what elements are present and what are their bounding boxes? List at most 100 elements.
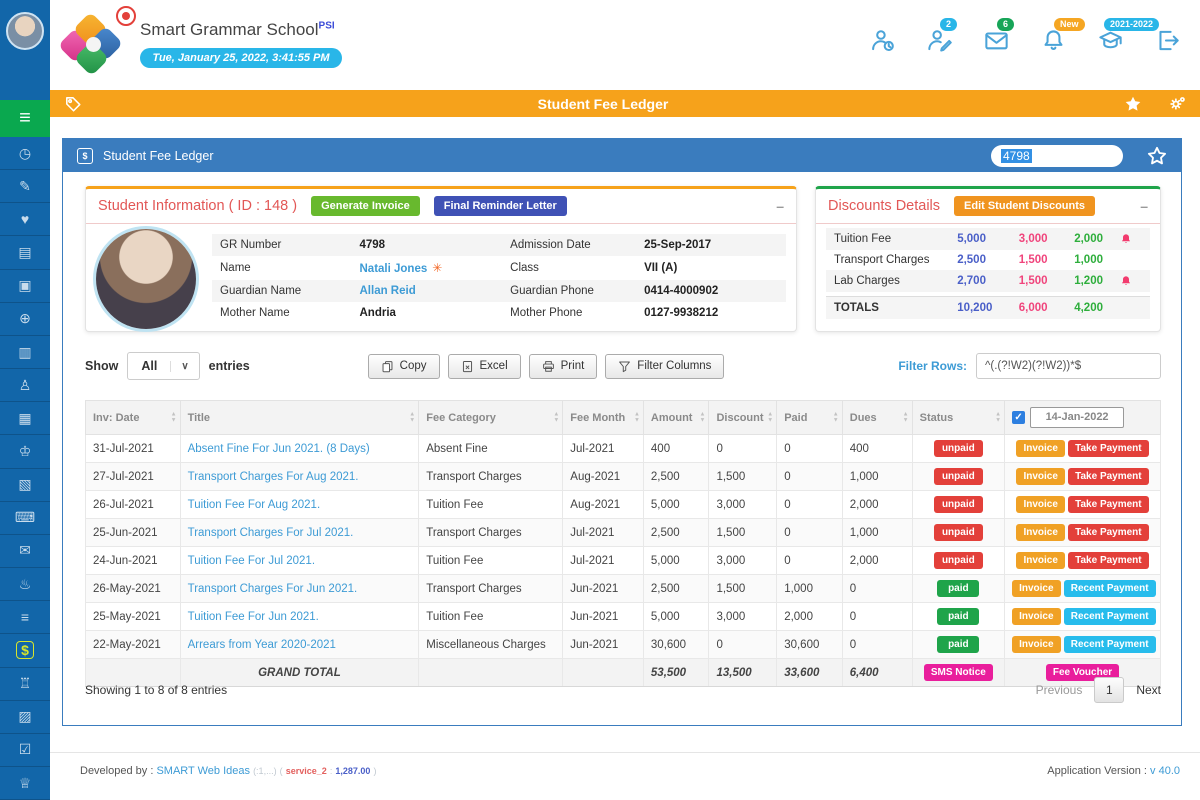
date-filter-input[interactable]: 14-Jan-2022 [1030,407,1124,428]
logout-button[interactable] [1155,28,1180,53]
version-value[interactable]: v 40.0 [1150,765,1180,777]
fee-title-link[interactable]: Tuition Fee For Jul 2021. [188,555,315,567]
col-fee-month[interactable]: Fee Month▲▼ [563,401,644,435]
notifications-shortcut[interactable]: New [1041,28,1066,53]
generate-invoice-button[interactable]: Generate Invoice [311,196,420,216]
sort-icon[interactable]: ▲▼ [767,411,773,424]
student-name-link[interactable]: Natali Jones [360,263,428,275]
col-discount[interactable]: Discount▲▼ [709,401,777,435]
col-inv-date[interactable]: Inv: Date▲▼ [86,401,181,435]
sidebar-item-teacher[interactable]: ♔ [0,435,50,468]
entries-select[interactable]: All ∨ [127,352,199,380]
developer-link[interactable]: SMART Web Ideas [156,765,250,777]
final-reminder-button[interactable]: Final Reminder Letter [434,196,567,216]
sidebar-item-health[interactable]: ♥ [0,203,50,236]
sidebar-item-gallery[interactable]: ▧ [0,469,50,502]
sort-icon[interactable]: ▲▼ [171,411,177,424]
fee-title-link[interactable]: Transport Charges For Aug 2021. [188,471,359,483]
invoice-button[interactable]: Invoice [1016,496,1064,513]
take-payment-button[interactable]: Take Payment [1068,468,1149,485]
current-page-button[interactable]: 1 [1094,677,1124,703]
take-payment-button[interactable]: Take Payment [1068,440,1149,457]
settings-gears-icon[interactable] [1168,95,1186,113]
col-fee-category[interactable]: Fee Category▲▼ [419,401,563,435]
col-title[interactable]: Title▲▼ [180,401,419,435]
col-amount[interactable]: Amount▲▼ [643,401,709,435]
sidebar-item-id-card[interactable]: ▣ [0,270,50,303]
invoice-button[interactable]: Invoice [1016,440,1064,457]
favorite-star-icon[interactable] [1124,95,1142,113]
filter-columns-button[interactable]: Filter Columns [605,354,724,379]
sidebar-item-student[interactable]: ♙ [0,369,50,402]
user-clock-icon[interactable] [870,28,895,53]
session-shortcut[interactable]: 2021-2022 [1098,28,1123,53]
recent-payment-button[interactable]: Recent Payment [1064,608,1156,625]
tag-icon[interactable] [64,95,82,113]
sidebar-item-clipboard[interactable]: ▥ [0,336,50,369]
fee-title-link[interactable]: Arrears from Year 2020-2021 [188,639,336,651]
sidebar-item-fee-card[interactable]: ▤ [0,236,50,269]
take-payment-button[interactable]: Take Payment [1068,496,1149,513]
sidebar-item-dashboard[interactable]: ◷ [0,137,50,170]
student-edit-shortcut[interactable]: 2 [927,28,952,53]
entries-info: Showing 1 to 8 of 8 entries [85,683,227,697]
sort-icon[interactable]: ▲▼ [833,411,839,424]
recent-payment-button[interactable]: Recent Payment [1064,580,1156,597]
collapse-icon[interactable]: – [776,199,784,213]
fee-title-link[interactable]: Absent Fine For Jun 2021. (8 Days) [188,443,370,455]
alert-bell-icon[interactable] [1120,232,1132,246]
sort-icon[interactable]: ▲▼ [553,411,559,424]
sidebar-item-fee-ledger[interactable]: $ [0,634,50,667]
recent-payment-button[interactable]: Recent Payment [1064,636,1156,653]
invoice-button[interactable]: Invoice [1016,552,1064,569]
invoice-button[interactable]: Invoice [1012,636,1060,653]
date-filter-checkbox[interactable]: ✓ [1012,411,1025,424]
fee-title-link[interactable]: Tuition Fee For Jun 2021. [188,611,319,623]
edit-discounts-button[interactable]: Edit Student Discounts [954,196,1095,216]
guardian-name-link[interactable]: Allan Reid [360,285,511,297]
sidebar-item-birthday[interactable]: ♨ [0,568,50,601]
col-paid[interactable]: Paid▲▼ [777,401,843,435]
filter-rows-input[interactable] [976,353,1161,379]
sort-icon[interactable]: ▲▼ [409,411,415,424]
fee-title-link[interactable]: Tuition Fee For Aug 2021. [188,499,321,511]
sidebar-item-classroom[interactable]: ⌨ [0,502,50,535]
sidebar-item-mail[interactable]: ✉ [0,535,50,568]
sidebar-item-graduation[interactable]: ♕ [0,767,50,800]
user-avatar[interactable] [6,12,44,50]
sidebar-item-staff[interactable]: ♖ [0,668,50,701]
invoice-button[interactable]: Invoice [1012,608,1060,625]
panel-star-icon[interactable] [1147,146,1167,166]
fee-title-link[interactable]: Transport Charges For Jul 2021. [188,527,354,539]
invoice-button[interactable]: Invoice [1016,524,1064,541]
invoice-button[interactable]: Invoice [1016,468,1064,485]
sidebar-item-globe[interactable]: ⊕ [0,303,50,336]
sort-icon[interactable]: ▲▼ [634,411,640,424]
previous-page-button[interactable]: Previous [1036,683,1083,697]
invoice-button[interactable]: Invoice [1012,580,1060,597]
messages-shortcut[interactable]: 6 [984,28,1009,53]
copy-button[interactable]: Copy [368,354,440,379]
search-value: 4798 [1001,149,1032,163]
alert-bell-icon[interactable] [1120,274,1132,288]
collapse-icon[interactable]: – [1140,199,1148,213]
take-payment-button[interactable]: Take Payment [1068,552,1149,569]
top-header: Smart Grammar SchoolPSI Tue, January 25,… [50,0,1200,90]
fee-title-link[interactable]: Transport Charges For Jun 2021. [188,583,358,595]
sidebar-item-student-edit[interactable]: ✎ [0,170,50,203]
sort-icon[interactable]: ▲▼ [903,411,909,424]
sort-icon[interactable]: ▲▼ [995,411,1001,424]
next-page-button[interactable]: Next [1136,683,1161,697]
excel-button[interactable]: Excel [448,354,521,379]
col-status[interactable]: Status▲▼ [912,401,1004,435]
sidebar-item-library[interactable]: ≡ [0,601,50,634]
student-search-input[interactable]: 4798 [991,145,1123,167]
sort-icon[interactable]: ▲▼ [700,411,706,424]
take-payment-button[interactable]: Take Payment [1068,524,1149,541]
sidebar-item-calendar[interactable]: ▦ [0,402,50,435]
print-button[interactable]: Print [529,354,598,379]
col-dues[interactable]: Dues▲▼ [842,401,912,435]
sidebar-item-certificate[interactable]: ▨ [0,701,50,734]
sidebar-item-tasks[interactable]: ☑ [0,734,50,767]
menu-toggle-button[interactable]: ≡ [0,100,50,137]
